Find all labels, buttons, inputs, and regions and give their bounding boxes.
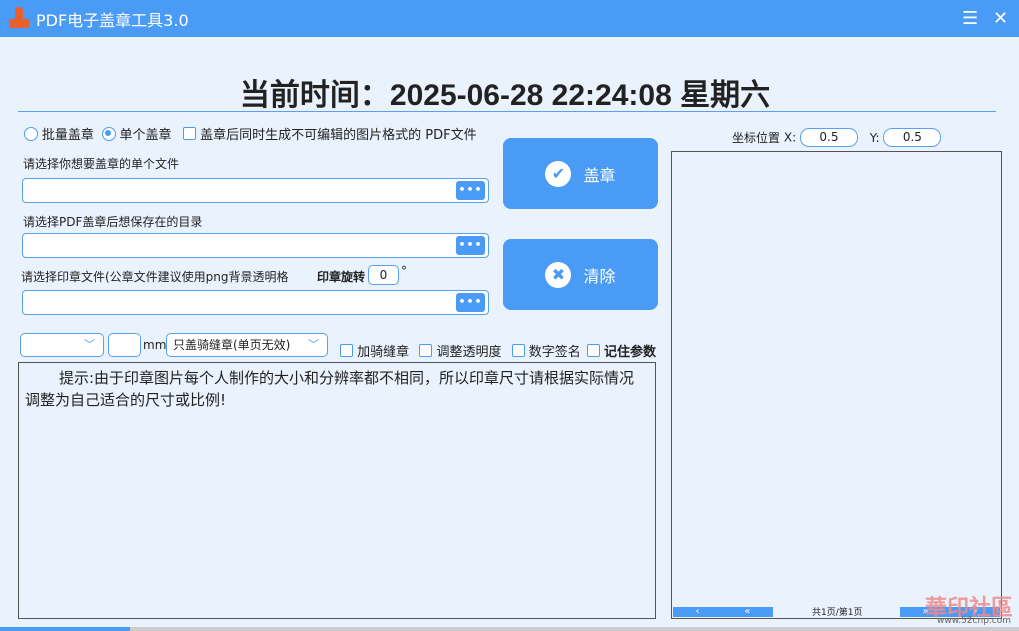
stamp-button[interactable]: ✔ 盖章 [503, 138, 658, 209]
current-time: 当前时间：2025-06-28 22:24:08 星期六 [239, 79, 771, 112]
coord-label: 坐标位置 [732, 131, 781, 145]
chevron-down-icon: ﹀ [84, 338, 95, 351]
size-select[interactable]: ﹀ [20, 333, 104, 357]
browse-file-button[interactable]: ••• [456, 181, 485, 200]
dir-label: 请选择PDF盖章后想保存在的目录 [23, 215, 203, 229]
x-coord-input[interactable]: 0.5 [799, 128, 858, 147]
file-label: 请选择你想要盖章的单个文件 [23, 157, 180, 171]
coord-bar: 坐标位置 X: 0.5 Y: 0.5 [732, 128, 942, 147]
dir-input[interactable]: ••• [22, 233, 489, 258]
y-coord-input[interactable]: 0.5 [883, 128, 942, 147]
chevron-down-icon: ﹀ [308, 338, 319, 351]
file-input[interactable]: ••• [22, 178, 489, 203]
mode-select[interactable]: 只盖骑缝章(单页无效) ﹀ [166, 333, 328, 357]
watermark-url: www.52cnp.com [936, 616, 1011, 626]
first-page-button[interactable]: « [744, 607, 750, 617]
size-input[interactable] [108, 333, 141, 357]
browse-seal-button[interactable]: ••• [456, 293, 485, 312]
notes-textarea[interactable]: 提示:由于印章图片每个人制作的大小和分辨率都不相同，所以印章尺寸请根据实际情况调… [18, 362, 656, 619]
transparency-checkbox[interactable]: 调整透明度 [419, 343, 501, 360]
mode-options: 批量盖章 单个盖章 盖章后同时生成不可编辑的图片格式的 PDF文件 [24, 124, 477, 143]
digital-sign-checkbox[interactable]: 数字签名 [511, 343, 581, 360]
option-checkboxes: 加骑缝章 调整透明度 数字签名 记住参数 [340, 341, 656, 360]
rotation-input[interactable]: 0 [368, 265, 399, 285]
seal-label: 请选择印章文件(公章文件建议使用png背景透明格 [21, 270, 289, 284]
size-unit: mm [143, 338, 167, 352]
divider [18, 111, 996, 112]
title-bar: PDF电子盖章工具3.0 ☰ ✕ [0, 0, 1019, 37]
degree-unit: ° [401, 264, 407, 278]
radio-single[interactable]: 单个盖章 [101, 126, 172, 143]
stamp-logo-icon [8, 6, 30, 31]
seal-input[interactable]: ••• [22, 290, 489, 315]
remember-checkbox[interactable]: 记住参数 [586, 343, 656, 360]
radio-batch[interactable]: 批量盖章 [24, 126, 94, 143]
check-icon: ✔ [545, 160, 572, 187]
menu-icon[interactable]: ☰ [962, 8, 978, 29]
window-title: PDF电子盖章工具3.0 [36, 10, 189, 30]
rotation-label: 印章旋转 [317, 270, 366, 284]
riding-seal-checkbox[interactable]: 加骑缝章 [340, 343, 409, 360]
image-pdf-checkbox[interactable]: 盖章后同时生成不可编辑的图片格式的 PDF文件 [183, 126, 477, 143]
prev-page-button[interactable]: ‹ [695, 607, 699, 617]
x-icon: ✖ [545, 261, 572, 288]
taskbar-strip [0, 627, 1019, 631]
close-icon[interactable]: ✕ [993, 8, 1008, 29]
preview-panel: ‹ « 共1页/第1页 » › [671, 151, 1002, 619]
browse-dir-button[interactable]: ••• [456, 236, 485, 255]
pager-left: ‹ « [673, 607, 773, 617]
page-info: 共1页/第1页 [812, 608, 863, 618]
clear-button[interactable]: ✖ 清除 [503, 239, 658, 310]
